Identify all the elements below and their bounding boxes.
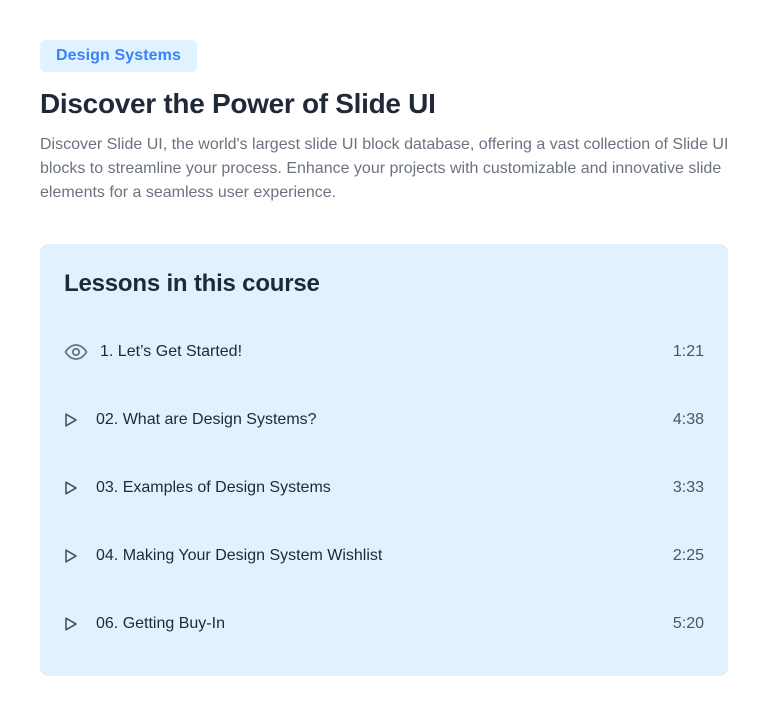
play-icon bbox=[64, 480, 96, 496]
lesson-title: 1. Let’s Get Started! bbox=[100, 343, 243, 360]
lesson-duration: 2:25 bbox=[672, 547, 704, 564]
lesson-item-2[interactable]: 02. What are Design Systems? 4:38 bbox=[64, 400, 704, 440]
lesson-title: 02. What are Design Systems? bbox=[96, 411, 317, 428]
eye-icon bbox=[64, 340, 100, 364]
lesson-duration: 3:33 bbox=[672, 479, 704, 496]
lesson-item-3[interactable]: 03. Examples of Design Systems 3:33 bbox=[64, 468, 704, 508]
lesson-item-5[interactable]: 06. Getting Buy-In 5:20 bbox=[64, 604, 704, 644]
lesson-item-1[interactable]: 1. Let’s Get Started! 1:21 bbox=[64, 332, 704, 372]
lessons-heading: Lessons in this course bbox=[64, 270, 320, 297]
lesson-duration: 1:21 bbox=[672, 343, 704, 360]
lesson-item-4[interactable]: 04. Making Your Design System Wishlist 2… bbox=[64, 536, 704, 576]
page-title: Discover the Power of Slide UI bbox=[40, 88, 436, 119]
lesson-duration: 5:20 bbox=[672, 615, 704, 632]
page-description: Discover Slide UI, the world's largest s… bbox=[40, 136, 729, 201]
category-badge: Design Systems bbox=[40, 40, 197, 72]
lessons-panel: Lessons in this course 1. Let’s Get Star… bbox=[40, 244, 728, 676]
play-icon bbox=[64, 548, 96, 564]
play-icon bbox=[64, 616, 96, 632]
lesson-title: 06. Getting Buy-In bbox=[96, 615, 225, 632]
lesson-title: 04. Making Your Design System Wishlist bbox=[96, 547, 383, 564]
lesson-duration: 4:38 bbox=[672, 411, 704, 428]
play-icon bbox=[64, 412, 96, 428]
lesson-title: 03. Examples of Design Systems bbox=[96, 479, 331, 496]
